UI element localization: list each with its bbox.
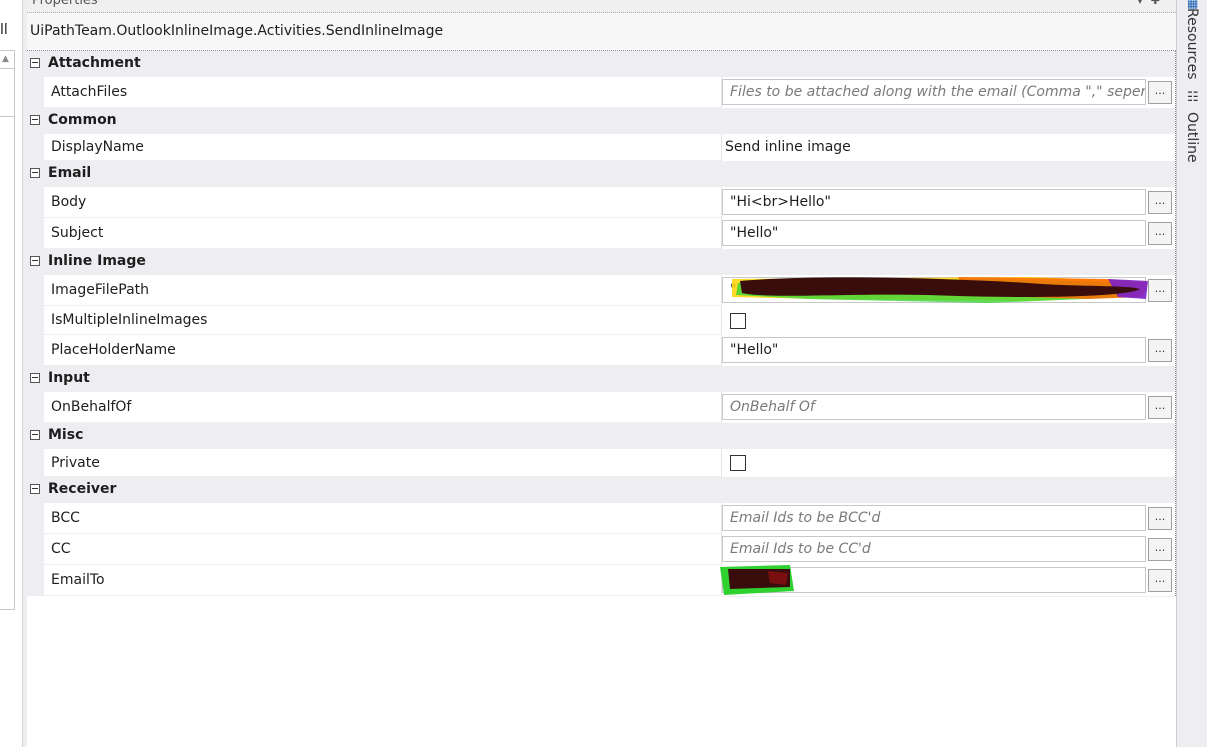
- property-row-ismultipleinlineimages: IsMultipleInlineImages: [27, 306, 1175, 336]
- property-name: CC: [44, 534, 721, 565]
- property-name: Private: [44, 449, 721, 477]
- property-name: DisplayName: [44, 134, 721, 161]
- pin-icon[interactable]: ✚: [1151, 0, 1168, 7]
- redaction-scribble: [720, 565, 794, 595]
- property-name: ImageFilePath: [44, 275, 721, 306]
- property-grid: Attachment AttachFiles Files to be attac…: [27, 50, 1176, 597]
- property-row-emailto: EmailTo ...: [27, 565, 1175, 597]
- property-name: PlaceHolderName: [44, 335, 721, 366]
- cc-input[interactable]: Email Ids to be CC'd: [722, 536, 1146, 562]
- property-name: IsMultipleInlineImages: [44, 306, 721, 335]
- category-label: Attachment: [48, 55, 141, 71]
- attachfiles-input[interactable]: Files to be attached along with the emai…: [722, 79, 1146, 105]
- property-row-body: Body "Hi<br>Hello" ...: [27, 187, 1175, 219]
- collapse-minus-icon[interactable]: [30, 430, 40, 440]
- property-name: Subject: [44, 218, 721, 249]
- property-row-cc: CC Email Ids to be CC'd ...: [27, 534, 1175, 566]
- placeholdername-ellipsis-button[interactable]: ...: [1148, 339, 1172, 362]
- property-row-displayname: DisplayName Send inline image: [27, 134, 1175, 162]
- onbehalfof-ellipsis-button[interactable]: ...: [1148, 396, 1172, 419]
- body-ellipsis-button[interactable]: ...: [1148, 191, 1172, 214]
- category-label: Receiver: [48, 481, 117, 497]
- property-name: AttachFiles: [44, 77, 721, 108]
- category-label: Email: [48, 165, 92, 181]
- scroll-up-icon[interactable]: ▲: [2, 54, 9, 64]
- right-tool-rail: ▦ Resources ☷ Outline: [1176, 0, 1207, 747]
- category-attachment[interactable]: Attachment: [27, 51, 1175, 77]
- private-checkbox[interactable]: [730, 455, 746, 471]
- category-input[interactable]: Input: [27, 366, 1175, 392]
- properties-panel: Properties ▾✚ UiPathTeam.OutlookInlineIm…: [27, 0, 1176, 747]
- collapse-minus-icon[interactable]: [30, 373, 40, 383]
- category-misc[interactable]: Misc: [27, 423, 1175, 449]
- subject-input[interactable]: "Hello": [722, 220, 1146, 246]
- attachfiles-ellipsis-button[interactable]: ...: [1148, 81, 1172, 104]
- category-label: Inline Image: [48, 253, 146, 269]
- property-row-subject: Subject "Hello" ...: [27, 218, 1175, 250]
- collapse-minus-icon[interactable]: [30, 256, 40, 266]
- left-panel-stub: ll ▲: [0, 0, 22, 747]
- outline-tab[interactable]: Outline: [1184, 112, 1200, 163]
- redaction-scribble: [732, 277, 1148, 303]
- property-row-imagefilepath: ImageFilePath "C ...: [27, 275, 1175, 307]
- property-name: Body: [44, 187, 721, 218]
- category-inline-image[interactable]: Inline Image: [27, 249, 1175, 275]
- body-input[interactable]: "Hi<br>Hello": [722, 189, 1146, 215]
- property-row-attachfiles: AttachFiles Files to be attached along w…: [27, 77, 1175, 109]
- property-row-bcc: BCC Email Ids to be BCC'd ...: [27, 503, 1175, 535]
- collapse-minus-icon[interactable]: [30, 115, 40, 125]
- emailto-ellipsis-button[interactable]: ...: [1148, 569, 1172, 592]
- property-name: OnBehalfOf: [44, 392, 721, 423]
- bcc-ellipsis-button[interactable]: ...: [1148, 507, 1172, 530]
- category-label: Common: [48, 112, 117, 128]
- property-row-onbehalfof: OnBehalfOf OnBehalf Of ...: [27, 392, 1175, 424]
- cc-ellipsis-button[interactable]: ...: [1148, 538, 1172, 561]
- onbehalfof-input[interactable]: OnBehalf Of: [722, 394, 1146, 420]
- category-email[interactable]: Email: [27, 161, 1175, 187]
- left-panel-label: ll: [0, 22, 8, 38]
- properties-caption-bar: Properties ▾✚: [27, 0, 1176, 13]
- imagefilepath-ellipsis-button[interactable]: ...: [1148, 279, 1172, 302]
- activity-type-title: UiPathTeam.OutlookInlineImage.Activities…: [27, 13, 1176, 49]
- displayname-value[interactable]: Send inline image: [725, 139, 851, 155]
- property-name: EmailTo: [44, 565, 721, 596]
- properties-caption: Properties: [32, 0, 98, 8]
- collapse-minus-icon[interactable]: [30, 168, 40, 178]
- property-row-placeholdername: PlaceHolderName "Hello" ...: [27, 335, 1175, 367]
- outline-icon[interactable]: ☷: [1187, 90, 1199, 105]
- property-name: BCC: [44, 503, 721, 534]
- category-label: Misc: [48, 427, 84, 443]
- resources-tab[interactable]: Resources: [1184, 8, 1200, 80]
- collapse-minus-icon[interactable]: [30, 58, 40, 68]
- bcc-input[interactable]: Email Ids to be BCC'd: [722, 505, 1146, 531]
- category-receiver[interactable]: Receiver: [27, 477, 1175, 503]
- ismultipleinlineimages-checkbox[interactable]: [730, 312, 746, 329]
- dropdown-arrow-icon[interactable]: ▾: [1137, 0, 1151, 7]
- placeholdername-input[interactable]: "Hello": [722, 337, 1146, 363]
- category-common[interactable]: Common: [27, 108, 1175, 134]
- left-panel-scrollbar[interactable]: [0, 50, 15, 610]
- subject-ellipsis-button[interactable]: ...: [1148, 222, 1172, 245]
- collapse-minus-icon[interactable]: [30, 484, 40, 494]
- category-label: Input: [48, 370, 90, 386]
- property-row-private: Private: [27, 449, 1175, 478]
